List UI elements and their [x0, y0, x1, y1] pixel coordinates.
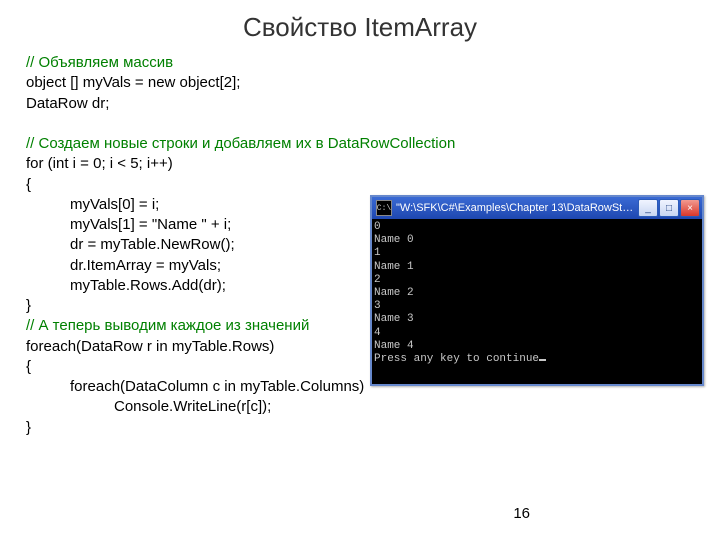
code-line: }: [26, 418, 720, 438]
code-line: object [] myVals = new object[2];: [26, 73, 720, 93]
code-comment: // Объявляем массив: [26, 53, 720, 73]
code-line: Console.WriteLine(r[c]);: [26, 397, 720, 417]
maximize-button[interactable]: □: [659, 199, 679, 217]
console-line: Name 2: [374, 287, 414, 299]
code-line: for (int i = 0; i < 5; i++): [26, 154, 720, 174]
console-prompt: Press any key to continue: [374, 353, 539, 365]
console-titlebar: C:\ "W:\SFK\C#\Examples\Chapter 13\DataR…: [372, 197, 702, 219]
close-button[interactable]: ×: [680, 199, 700, 217]
page-number: 16: [513, 505, 530, 522]
console-output: 0 Name 0 1 Name 1 2 Name 2 3 Name 3 4 Na…: [372, 219, 702, 384]
console-line: Name 0: [374, 234, 414, 246]
code-line: DataRow dr;: [26, 94, 720, 114]
console-line: 1: [374, 247, 381, 259]
console-line: 0: [374, 221, 381, 233]
code-line: {: [26, 175, 720, 195]
console-window: C:\ "W:\SFK\C#\Examples\Chapter 13\DataR…: [370, 195, 704, 386]
code-blank: [26, 114, 720, 134]
console-title: "W:\SFK\C#\Examples\Chapter 13\DataRowSt…: [396, 202, 634, 214]
slide-title: Свойство ItemArray: [0, 0, 720, 43]
console-line: Name 4: [374, 340, 414, 352]
console-line: 3: [374, 300, 381, 312]
console-line: 4: [374, 327, 381, 339]
cursor-icon: [539, 359, 546, 361]
console-line: Name 3: [374, 313, 414, 325]
console-line: Name 1: [374, 261, 414, 273]
cmd-icon: C:\: [376, 200, 392, 216]
minimize-button[interactable]: _: [638, 199, 658, 217]
code-comment: // Создаем новые строки и добавляем их в…: [26, 134, 720, 154]
console-line: 2: [374, 274, 381, 286]
